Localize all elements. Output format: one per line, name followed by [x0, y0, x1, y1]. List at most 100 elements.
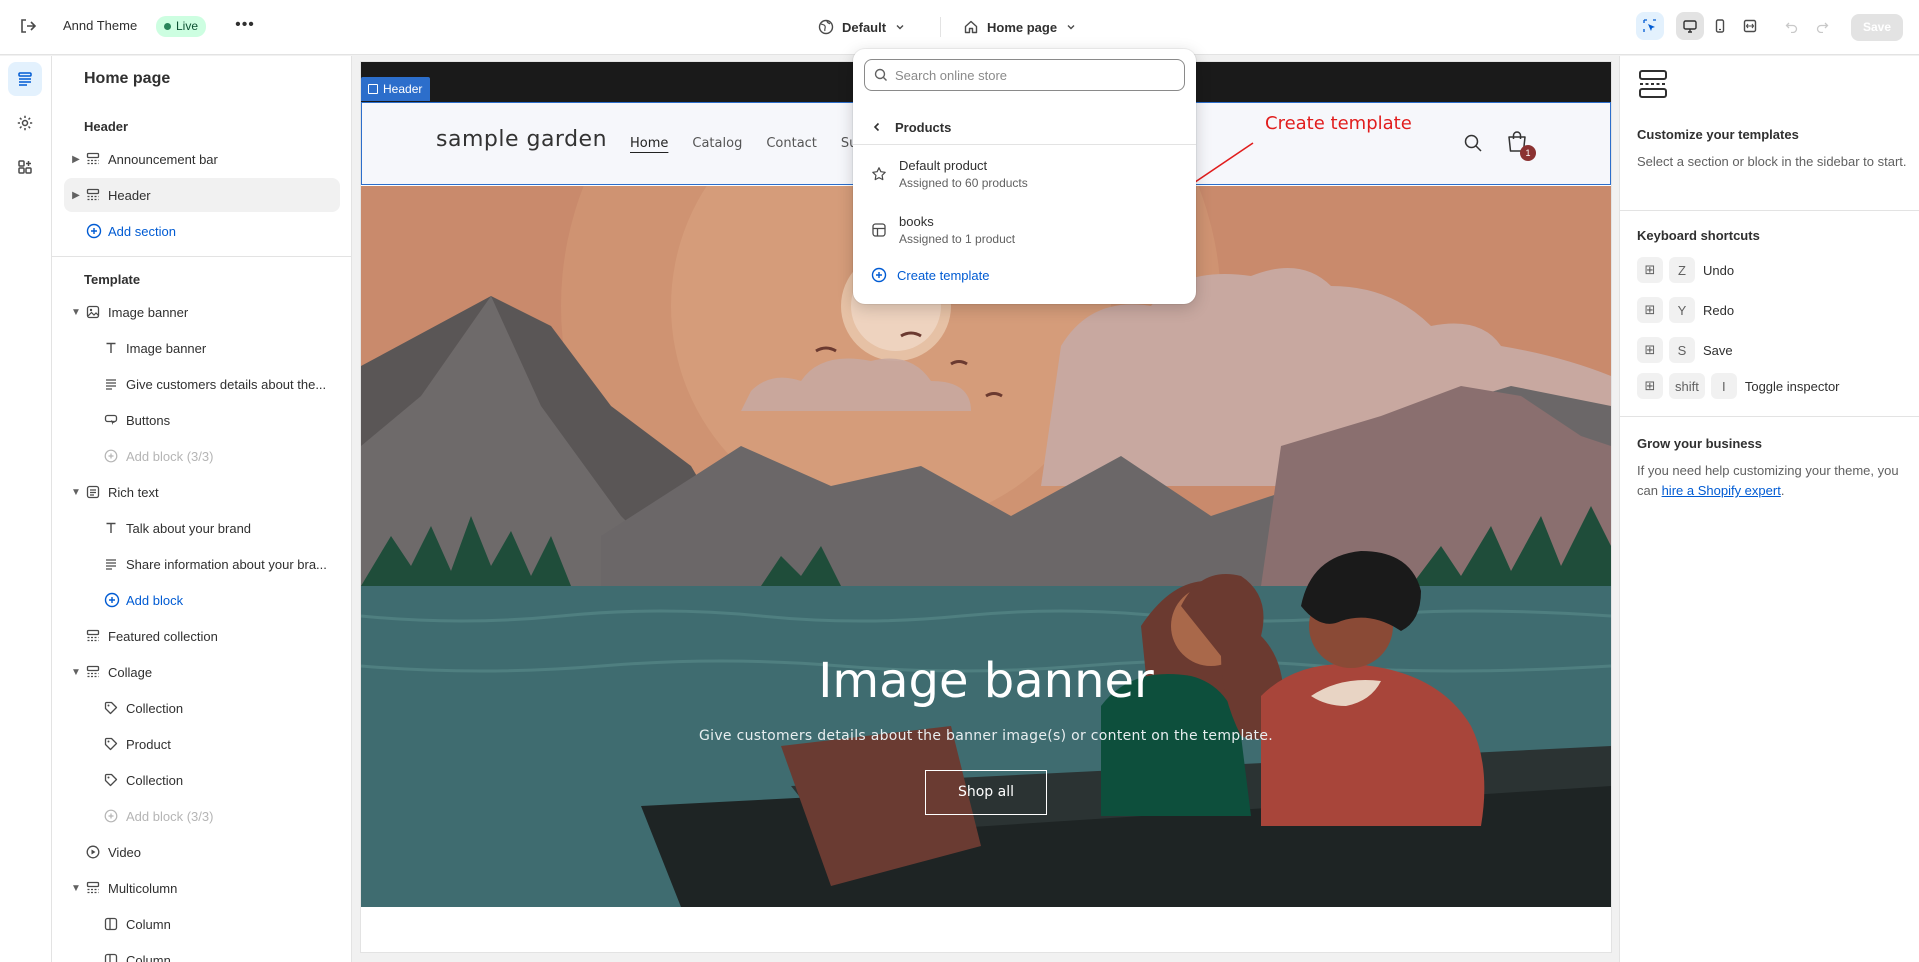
left-rail	[0, 56, 52, 962]
shortcut-key: S	[1669, 337, 1695, 363]
chevron-down-icon[interactable]: ▼	[66, 487, 86, 498]
search-field[interactable]	[864, 59, 1185, 91]
add-block-button[interactable]: Add block (3/3)	[64, 799, 340, 833]
chevron-right-icon[interactable]: ▶	[66, 190, 86, 201]
exit-icon[interactable]	[16, 14, 40, 38]
chevron-down-icon[interactable]: ▼	[66, 667, 86, 678]
section-featured-collection[interactable]: Featured collection	[64, 619, 340, 653]
section-label: Collage	[108, 664, 153, 680]
section-image-banner[interactable]: ▼ Image banner	[64, 295, 340, 329]
shop-all-button[interactable]: Shop all	[925, 770, 1047, 815]
block-product[interactable]: Product	[64, 727, 340, 761]
undo-button[interactable]	[1778, 12, 1806, 40]
block-collection[interactable]: Collection	[64, 763, 340, 797]
chevron-down-icon[interactable]: ▼	[66, 883, 86, 894]
add-block-label: Add block (3/3)	[126, 808, 214, 824]
text-icon	[104, 340, 126, 356]
panel-description: Select a section or block in the sidebar…	[1637, 154, 1907, 169]
block-text[interactable]: Give customers details about the...	[64, 367, 340, 401]
shortcut-save: ⊞ S Save	[1637, 336, 1733, 364]
column-icon	[104, 916, 126, 932]
block-text[interactable]: Share information about your bra...	[64, 547, 340, 581]
mobile-view-button[interactable]	[1706, 12, 1734, 40]
plus-circle-icon	[86, 223, 108, 239]
column-icon	[104, 952, 126, 962]
add-block-button[interactable]: Add block	[64, 583, 340, 617]
block-heading[interactable]: Talk about your brand	[64, 511, 340, 545]
block-buttons[interactable]: Buttons	[64, 403, 340, 437]
apps-icon	[18, 160, 32, 174]
template-option-books[interactable]: books Assigned to 1 product	[865, 205, 1185, 255]
section-icon	[368, 84, 378, 94]
section-icon	[86, 187, 108, 203]
section-rich-text[interactable]: ▼ Rich text	[64, 475, 340, 509]
selected-section-tag-label: Header	[383, 82, 423, 96]
block-heading[interactable]: Image banner	[64, 331, 340, 365]
chevron-right-icon[interactable]: ▶	[66, 154, 86, 165]
block-label: Product	[126, 736, 171, 752]
section-label: Multicolumn	[108, 880, 178, 896]
search-icon[interactable]	[1463, 133, 1483, 156]
store-logo[interactable]: sample garden	[436, 127, 607, 152]
add-section-button[interactable]: Add section	[64, 214, 340, 248]
back-to-products-button[interactable]: Products	[865, 113, 1185, 141]
section-video[interactable]: Video	[64, 835, 340, 869]
banner-heading[interactable]: Image banner	[361, 653, 1611, 709]
apps-tab[interactable]	[8, 150, 42, 184]
live-badge-label: Live	[176, 19, 199, 33]
banner-subheading[interactable]: Give customers details about the banner …	[361, 728, 1611, 744]
desktop-view-button[interactable]	[1676, 12, 1704, 40]
settings-panel: Customize your templates Select a sectio…	[1619, 56, 1919, 962]
divider	[940, 17, 941, 37]
add-block-label: Add block	[126, 592, 184, 608]
sections-sidebar: Home page Header ▶ Announcement bar ▶ He…	[52, 56, 352, 962]
text-icon	[104, 520, 126, 536]
create-template-button[interactable]: Create template	[865, 261, 1185, 289]
sections-tab[interactable]	[8, 62, 42, 96]
undo-icon	[1785, 22, 1798, 33]
add-block-button[interactable]: Add block (3/3)	[64, 439, 340, 473]
nav-link-catalog[interactable]: Catalog	[692, 136, 742, 151]
command-key-icon: ⊞	[1637, 257, 1663, 283]
shortcut-label: Undo	[1703, 262, 1735, 278]
block-column[interactable]: Column	[64, 907, 340, 941]
template-option-default-product[interactable]: Default product Assigned to 60 products	[865, 149, 1185, 199]
top-bar: Annd Theme Live ••• Default Home page Sa…	[0, 0, 1919, 55]
hire-expert-link[interactable]: hire a Shopify expert	[1662, 483, 1781, 498]
section-multicolumn[interactable]: ▼ Multicolumn	[64, 871, 340, 905]
divider	[853, 144, 1196, 145]
more-actions-button[interactable]: •••	[232, 14, 258, 40]
chevron-down-icon[interactable]: ▼	[66, 307, 86, 318]
fullscreen-icon	[1743, 19, 1757, 33]
block-label: Talk about your brand	[126, 520, 252, 536]
redo-button[interactable]	[1808, 12, 1836, 40]
inspector-toggle[interactable]	[1636, 12, 1664, 40]
store-nav: Home Catalog Contact Su	[630, 136, 857, 151]
block-collection[interactable]: Collection	[64, 691, 340, 725]
theme-settings-tab[interactable]	[8, 106, 42, 140]
fullscreen-view-button[interactable]	[1736, 12, 1764, 40]
page-selector[interactable]: Home page	[963, 14, 1077, 40]
nav-link-home[interactable]: Home	[630, 136, 668, 151]
shortcut-toggle-inspector: ⊞ shift I Toggle inspector	[1637, 372, 1840, 400]
search-icon	[874, 68, 888, 85]
add-block-label: Add block (3/3)	[126, 448, 214, 464]
section-collage[interactable]: ▼ Collage	[64, 655, 340, 689]
block-label: Collection	[126, 772, 184, 788]
chevron-left-icon	[873, 122, 880, 132]
section-announcement-bar[interactable]: ▶ Announcement bar	[64, 142, 340, 176]
template-option-subtitle: Assigned to 60 products	[899, 176, 1028, 190]
block-column[interactable]: Column	[64, 943, 340, 962]
template-selector[interactable]: Default	[818, 14, 906, 40]
save-button[interactable]: Save	[1851, 14, 1903, 41]
paragraph-icon	[104, 376, 126, 392]
grow-text-end: .	[1780, 483, 1785, 498]
block-label: Collection	[126, 700, 184, 716]
sections-icon	[18, 72, 32, 86]
templates-icon	[1637, 68, 1669, 103]
search-input[interactable]	[895, 60, 1175, 90]
section-label: Image banner	[108, 304, 189, 320]
section-header[interactable]: ▶ Header	[64, 178, 340, 212]
plus-circle-icon	[104, 808, 126, 824]
nav-link-contact[interactable]: Contact	[766, 136, 817, 151]
